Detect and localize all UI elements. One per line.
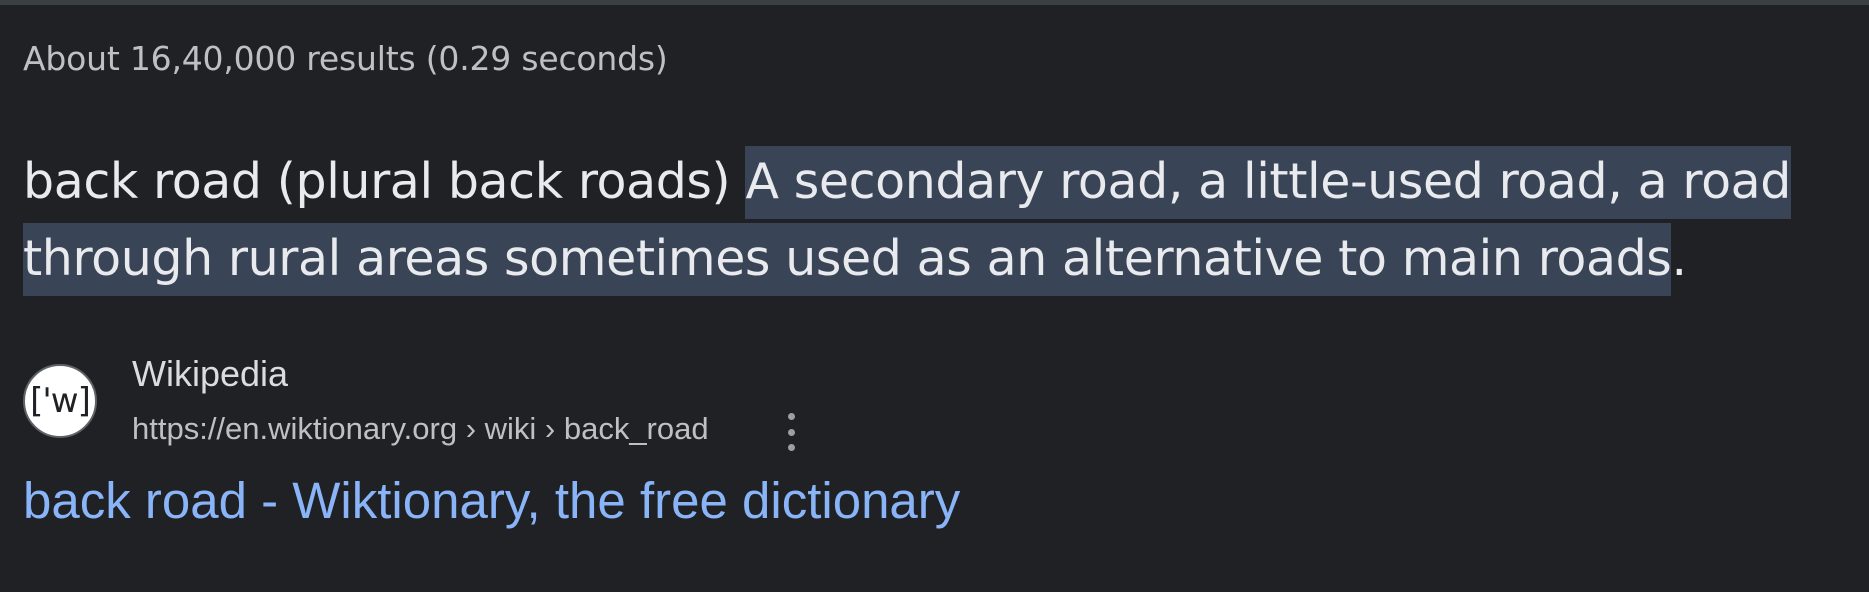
featured-snippet: back road (plural back roads) A secondar… xyxy=(23,143,1853,297)
more-vert-icon-dot xyxy=(787,444,795,451)
more-options-button[interactable] xyxy=(776,410,806,454)
favicon-label: ['w] xyxy=(30,381,91,421)
result-title-link[interactable]: back road - Wiktionary, the free diction… xyxy=(23,474,960,528)
results-stats: About 16,40,000 results (0.29 seconds) xyxy=(23,39,668,78)
more-vert-icon-dot xyxy=(787,413,795,420)
more-vert-icon-dot xyxy=(787,428,795,436)
top-divider xyxy=(0,0,1869,5)
site-name[interactable]: Wikipedia xyxy=(132,356,288,392)
snippet-trailing-text: . xyxy=(1671,230,1687,287)
snippet-lead-text: back road (plural back roads) xyxy=(23,153,746,210)
wikipedia-favicon-icon[interactable]: ['w] xyxy=(23,364,97,438)
result-breadcrumb[interactable]: https://en.wiktionary.org › wiki › back_… xyxy=(132,413,709,444)
